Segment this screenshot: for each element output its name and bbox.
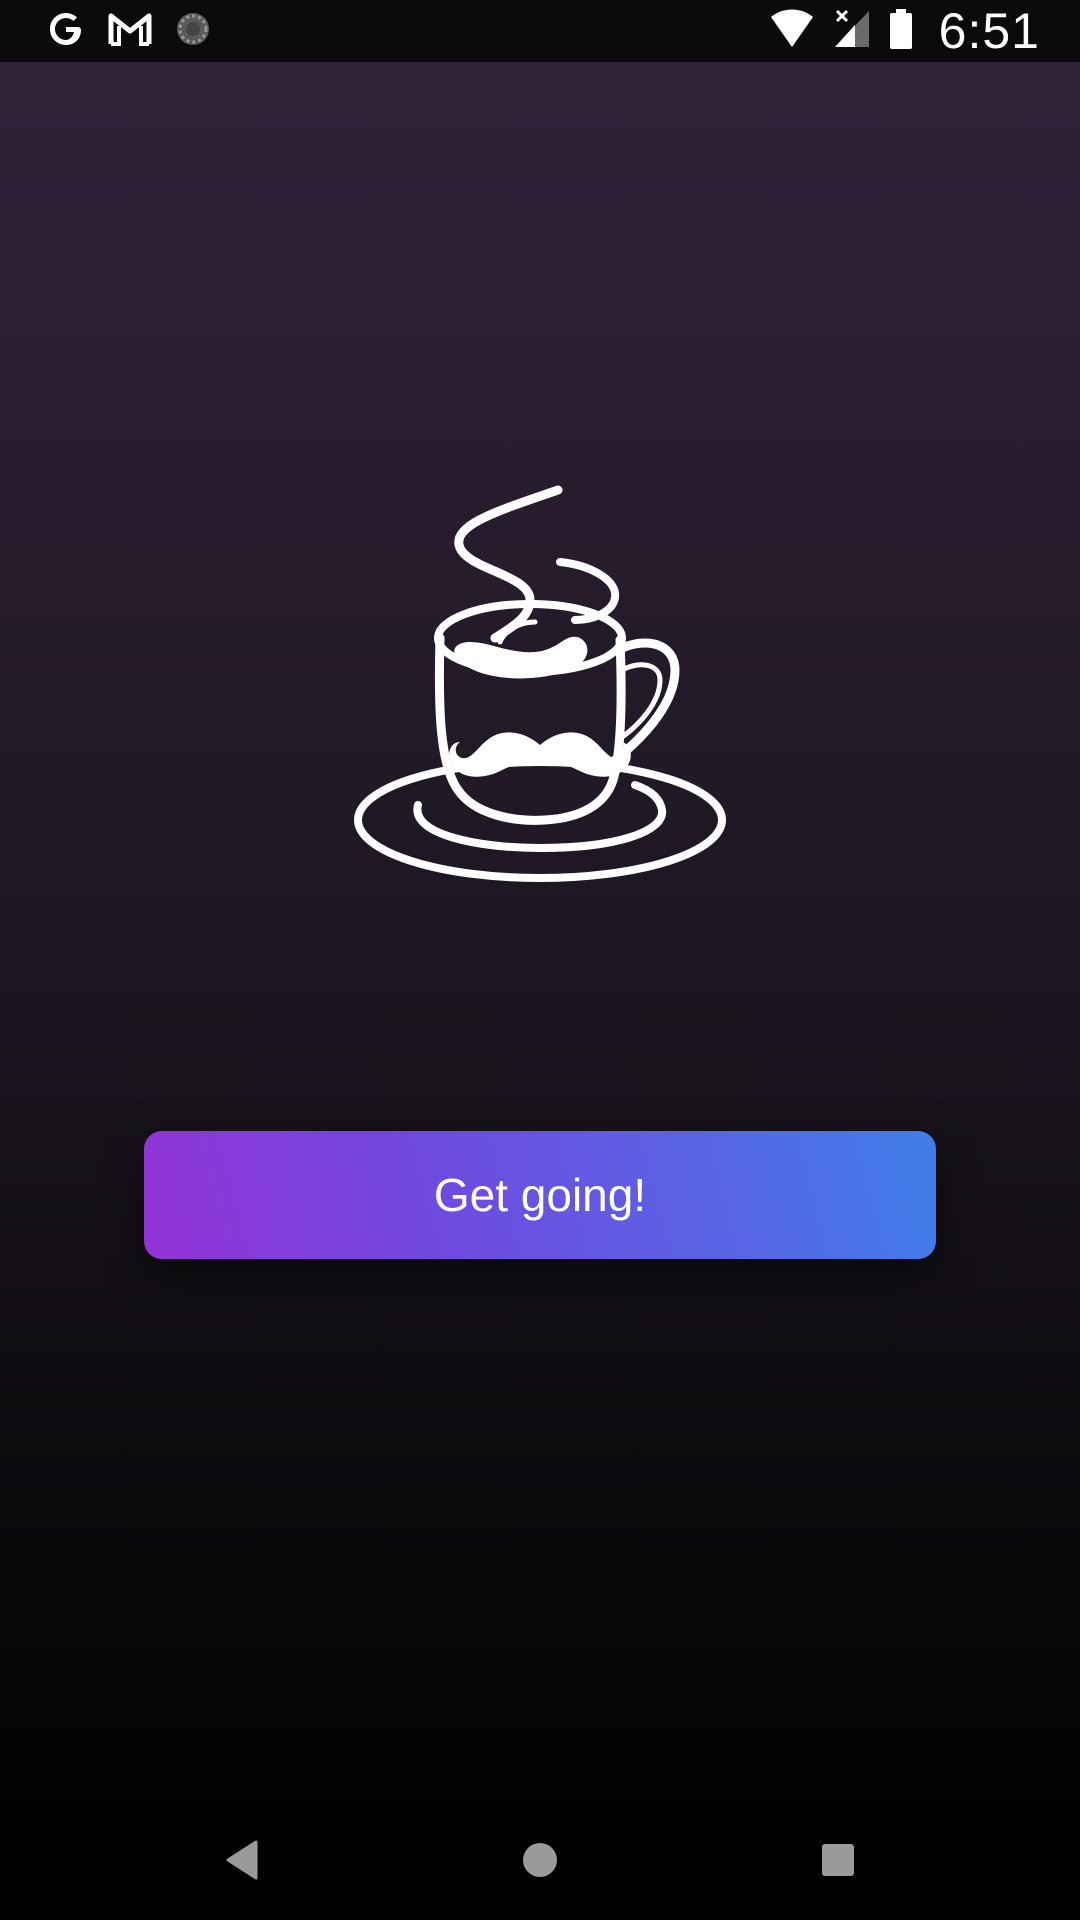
status-notification-icons — [46, 8, 212, 54]
status-clock: 6:51 — [938, 3, 1040, 59]
status-bar: 6:51 — [0, 0, 1080, 62]
get-going-button[interactable]: Get going! — [144, 1131, 936, 1259]
gmail-icon — [108, 11, 152, 52]
back-icon[interactable] — [212, 1830, 272, 1890]
navigation-bar — [0, 1800, 1080, 1920]
wifi-icon — [769, 9, 815, 54]
coffee-cup-mustache-icon — [330, 470, 750, 890]
home-icon[interactable] — [510, 1830, 570, 1890]
recents-icon[interactable] — [808, 1830, 868, 1890]
app-screen: 6:51 Get going! — [0, 0, 1080, 1920]
sync-spinner-icon — [174, 10, 212, 53]
cellular-no-signal-icon — [833, 9, 871, 54]
battery-icon — [889, 8, 913, 54]
status-system-icons: 6:51 — [769, 3, 1040, 59]
google-icon — [46, 9, 86, 54]
